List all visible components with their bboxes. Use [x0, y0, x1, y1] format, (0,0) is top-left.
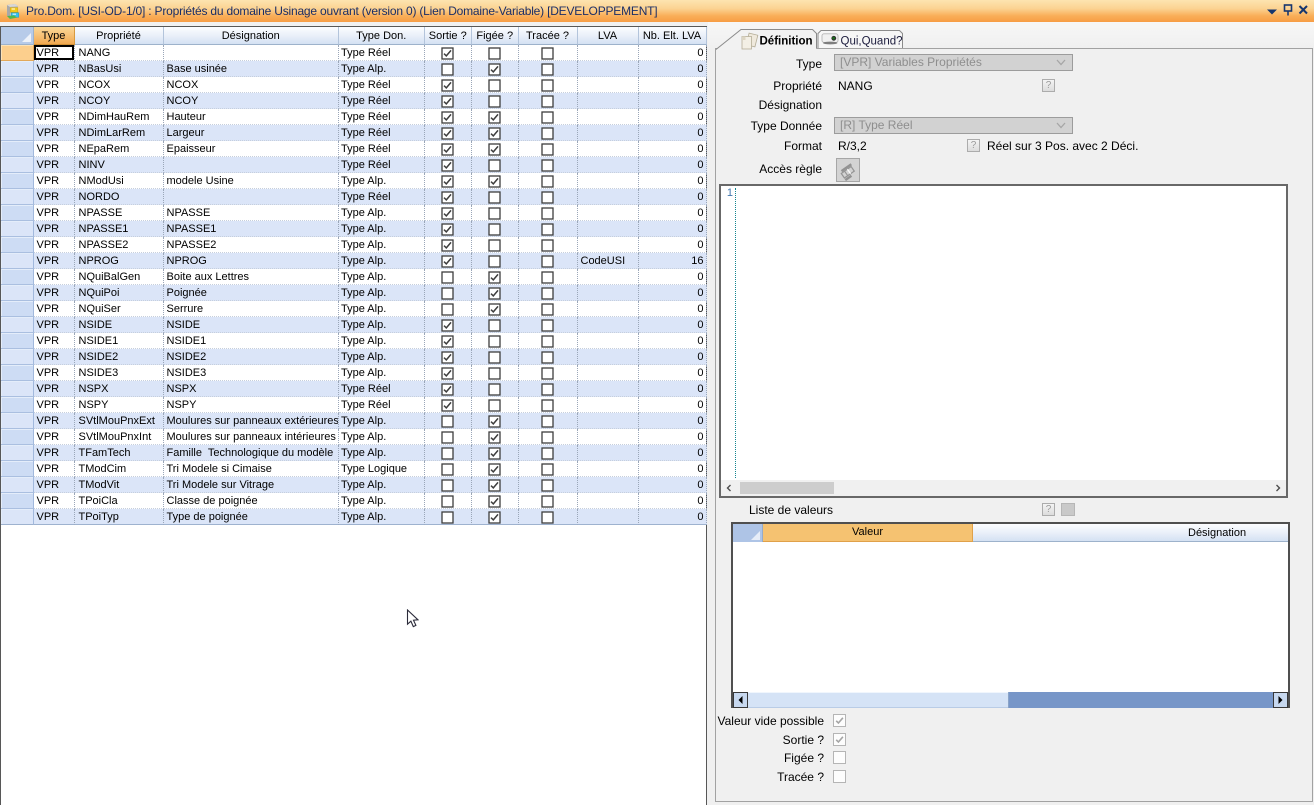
svg-text:Définition: Définition [760, 36, 813, 48]
svg-text:Qui,Quand?: Qui,Quand? [841, 36, 903, 48]
